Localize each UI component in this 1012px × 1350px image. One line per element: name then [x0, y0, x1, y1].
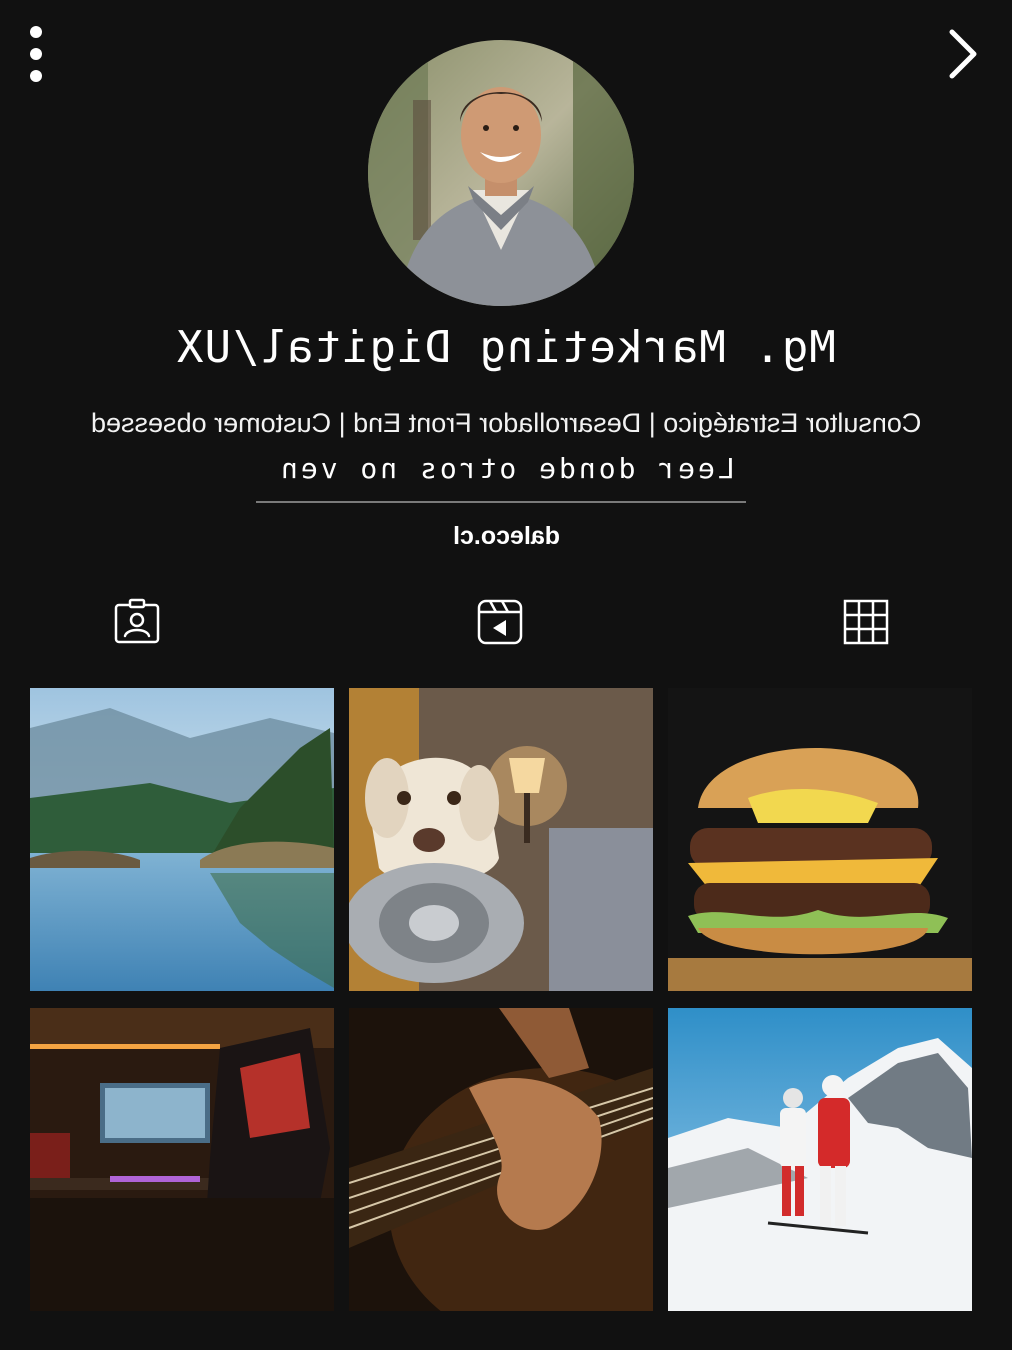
- bio-text-content: Consultor Estratégico | Desarrollador Fr…: [90, 408, 922, 438]
- next-button[interactable]: [944, 26, 984, 82]
- menu-dot: [30, 26, 42, 38]
- tab-tagged[interactable]: [111, 596, 163, 648]
- skiers-image: [668, 1008, 972, 1311]
- tagline: Leer donde otros no ven: [0, 452, 1012, 485]
- page-title-text: Mg. Marketing Digital/UX: [176, 322, 836, 373]
- chevron-right-icon: [949, 29, 977, 79]
- grid-icon: [843, 599, 889, 645]
- post-thumbnail[interactable]: [349, 1008, 653, 1311]
- post-thumbnail[interactable]: [668, 1008, 972, 1311]
- more-options-button[interactable]: [22, 26, 50, 82]
- menu-dot: [30, 48, 42, 60]
- person-badge-icon: [114, 598, 160, 644]
- post-thumbnail[interactable]: [30, 1008, 334, 1311]
- post-thumbnail[interactable]: [668, 688, 972, 991]
- tagline-text: Leer donde otros no ven: [277, 452, 735, 485]
- tab-reels[interactable]: [474, 596, 526, 648]
- avatar-photo: [368, 40, 634, 306]
- dog-image: [349, 688, 653, 991]
- reels-clapper-icon: [477, 599, 523, 645]
- post-thumbnail[interactable]: [30, 688, 334, 991]
- avatar[interactable]: [368, 40, 634, 306]
- page-title: Mg. Marketing Digital/UX: [0, 322, 1012, 373]
- divider: [256, 501, 746, 503]
- lake-image: [30, 688, 334, 991]
- website-link-text: daleco.cl: [452, 522, 560, 550]
- burger-image: [668, 688, 972, 991]
- bio-text: Consultor Estratégico | Desarrollador Fr…: [0, 408, 1012, 439]
- menu-dot: [30, 70, 42, 82]
- guitar-image: [349, 1008, 653, 1311]
- gaming-setup-image: [30, 1008, 334, 1311]
- website-link[interactable]: daleco.cl: [0, 522, 1012, 551]
- post-thumbnail[interactable]: [349, 688, 653, 991]
- tab-grid[interactable]: [840, 596, 892, 648]
